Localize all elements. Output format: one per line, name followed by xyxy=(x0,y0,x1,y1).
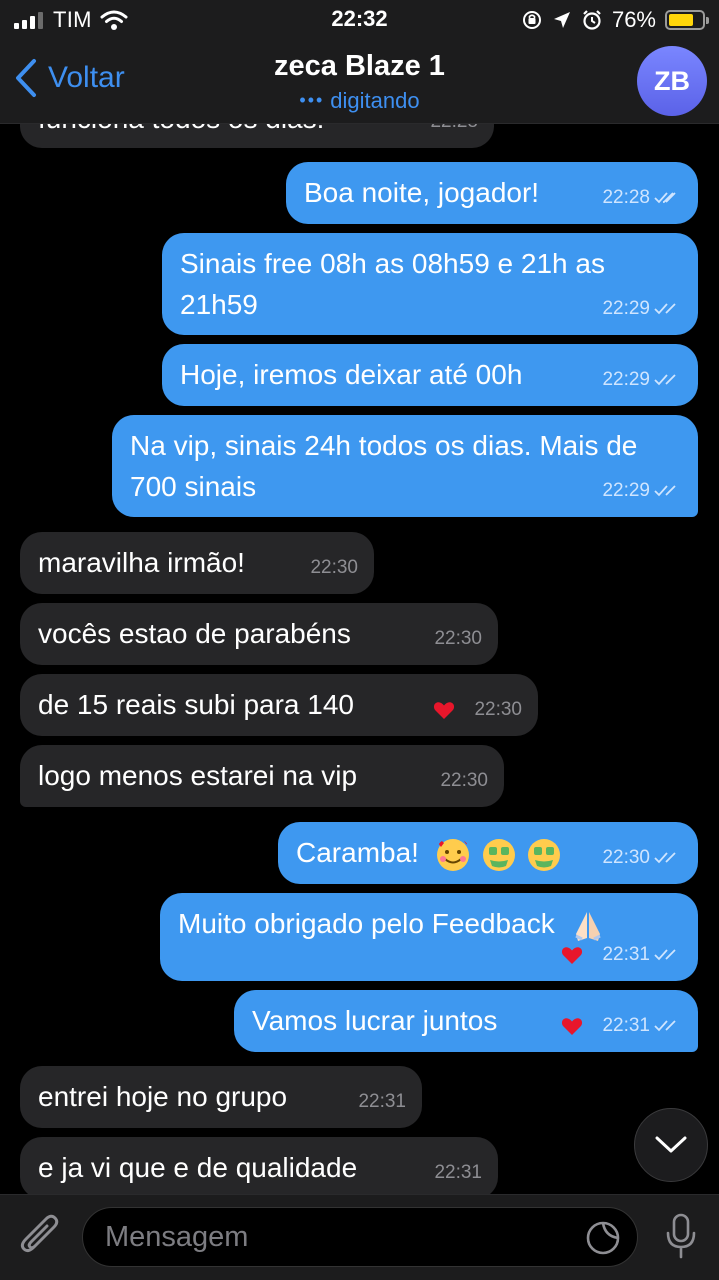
message-field xyxy=(82,1207,638,1267)
double-check-icon xyxy=(654,851,676,863)
microphone-icon[interactable] xyxy=(665,1213,697,1261)
message-text: logo menos estarei na vip xyxy=(38,760,358,791)
message-time: 22:30 xyxy=(440,770,488,791)
message-meta: 22:30 xyxy=(310,547,358,588)
message-meta: 22:29 xyxy=(602,359,682,400)
message-incoming[interactable]: entrei hoje no grupo 22:31 xyxy=(20,1066,422,1128)
message-time: 22:28 xyxy=(602,187,650,208)
message-outgoing[interactable]: Vamos lucrar juntos 22:31 xyxy=(234,990,698,1052)
message-text: entrei hoje no grupo xyxy=(38,1081,288,1112)
message-meta: 22:31 xyxy=(560,1005,682,1046)
message-meta: 22:31 xyxy=(560,934,682,975)
message-text: e ja vi que e de qualidade xyxy=(38,1152,358,1183)
message-incoming[interactable]: e ja vi que e de qualidade 22:31 xyxy=(20,1137,498,1194)
message-text: Boa noite, jogador! xyxy=(304,177,540,208)
message-meta: 22:30 xyxy=(434,618,482,659)
message-time: 22:29 xyxy=(602,369,650,390)
message-text: Muito obrigado pelo Feedback xyxy=(178,908,555,939)
message-meta: 22:30 xyxy=(440,760,488,801)
message-time: 22:31 xyxy=(602,1015,650,1036)
heart-reaction-icon[interactable] xyxy=(432,698,456,722)
message-meta: 22:28 xyxy=(602,177,682,218)
double-check-icon xyxy=(654,484,676,496)
message-input-bar xyxy=(0,1194,719,1280)
message-text: Vamos lucrar juntos xyxy=(252,1005,498,1036)
message-meta: 22:30 xyxy=(602,837,682,878)
message-text: vocês estao de parabéns xyxy=(38,618,351,649)
message-text: Caramba! xyxy=(296,837,419,868)
message-meta: 22:31 xyxy=(434,1152,482,1193)
double-check-icon xyxy=(654,373,676,385)
message-incoming[interactable]: maravilha irmão! 22:30 xyxy=(20,532,374,594)
battery-percent: 76% xyxy=(611,7,656,32)
message-outgoing[interactable]: Sinais free 08h as 08h59 e 21h as 21h59 … xyxy=(162,233,698,335)
battery-level xyxy=(669,14,694,26)
money-mouth-face-emoji xyxy=(482,838,515,871)
message-outgoing[interactable]: Caramba! 22:30 xyxy=(278,822,698,884)
message-text: maravilha irmão! xyxy=(38,547,245,578)
message-meta: 22:29 xyxy=(602,470,682,511)
heart-reaction-icon[interactable] xyxy=(560,1014,584,1038)
message-list[interactable]: funciona todos os dias! 22:28 Boa noite,… xyxy=(0,0,719,1194)
message-meta: 22:31 xyxy=(358,1081,406,1122)
message-text: de 15 reais subi para 140 xyxy=(38,689,354,720)
message-time: 22:31 xyxy=(358,1091,406,1112)
avatar[interactable]: ZB xyxy=(637,46,707,116)
message-time: 22:30 xyxy=(602,847,650,868)
heart-reaction-icon[interactable] xyxy=(560,943,584,967)
message-incoming[interactable]: de 15 reais subi para 140 22:30 xyxy=(20,674,538,736)
double-check-icon xyxy=(654,948,676,960)
message-incoming[interactable]: logo menos estarei na vip 22:30 xyxy=(20,745,504,807)
status-bar: TIM 22:32 76% xyxy=(0,0,719,40)
message-text: Hoje, iremos deixar até 00h xyxy=(180,359,523,390)
message-time: 22:30 xyxy=(474,699,522,720)
typing-status-label: digitando xyxy=(330,88,420,113)
message-incoming[interactable]: vocês estao de parabéns 22:30 xyxy=(20,603,498,665)
message-time: 22:29 xyxy=(602,480,650,501)
typing-dots-icon: ••• xyxy=(299,90,325,110)
battery-icon xyxy=(665,10,709,30)
double-check-icon xyxy=(654,1019,676,1031)
status-bar-right: 76% xyxy=(521,7,709,33)
chat-title[interactable]: zeca Blaze 1 xyxy=(0,50,719,83)
alarm-icon xyxy=(583,10,601,30)
message-input[interactable] xyxy=(83,1208,637,1266)
chat-header: Voltar zeca Blaze 1 ••• digitando ZB xyxy=(0,40,719,124)
paperclip-icon[interactable] xyxy=(18,1213,64,1261)
smiling-face-with-hearts-emoji xyxy=(436,838,469,871)
scroll-to-bottom-button[interactable] xyxy=(634,1108,708,1182)
message-meta: 22:29 xyxy=(602,288,682,329)
message-time: 22:30 xyxy=(434,628,482,649)
message-time: 22:31 xyxy=(434,1162,482,1183)
message-outgoing[interactable]: Muito obrigado pelo Feedback 22:31 xyxy=(160,893,698,981)
message-time: 22:31 xyxy=(602,944,650,965)
message-time: 22:29 xyxy=(602,298,650,319)
message-outgoing[interactable]: Boa noite, jogador! 22:28 xyxy=(286,162,698,224)
message-time: 22:30 xyxy=(310,557,358,578)
message-outgoing[interactable]: Na vip, sinais 24h todos os dias. Mais d… xyxy=(112,415,698,517)
double-check-icon xyxy=(654,302,676,314)
message-outgoing[interactable]: Hoje, iremos deixar até 00h 22:29 xyxy=(162,344,698,406)
message-meta: 22:30 xyxy=(432,689,522,730)
sticker-icon[interactable] xyxy=(585,1220,621,1256)
typing-status: ••• digitando xyxy=(0,88,719,114)
screen-rotation-lock-icon xyxy=(522,11,541,29)
double-check-icon xyxy=(654,191,676,203)
chevron-down-icon xyxy=(655,1136,687,1153)
location-icon xyxy=(553,12,570,28)
money-mouth-face-emoji xyxy=(528,838,561,871)
